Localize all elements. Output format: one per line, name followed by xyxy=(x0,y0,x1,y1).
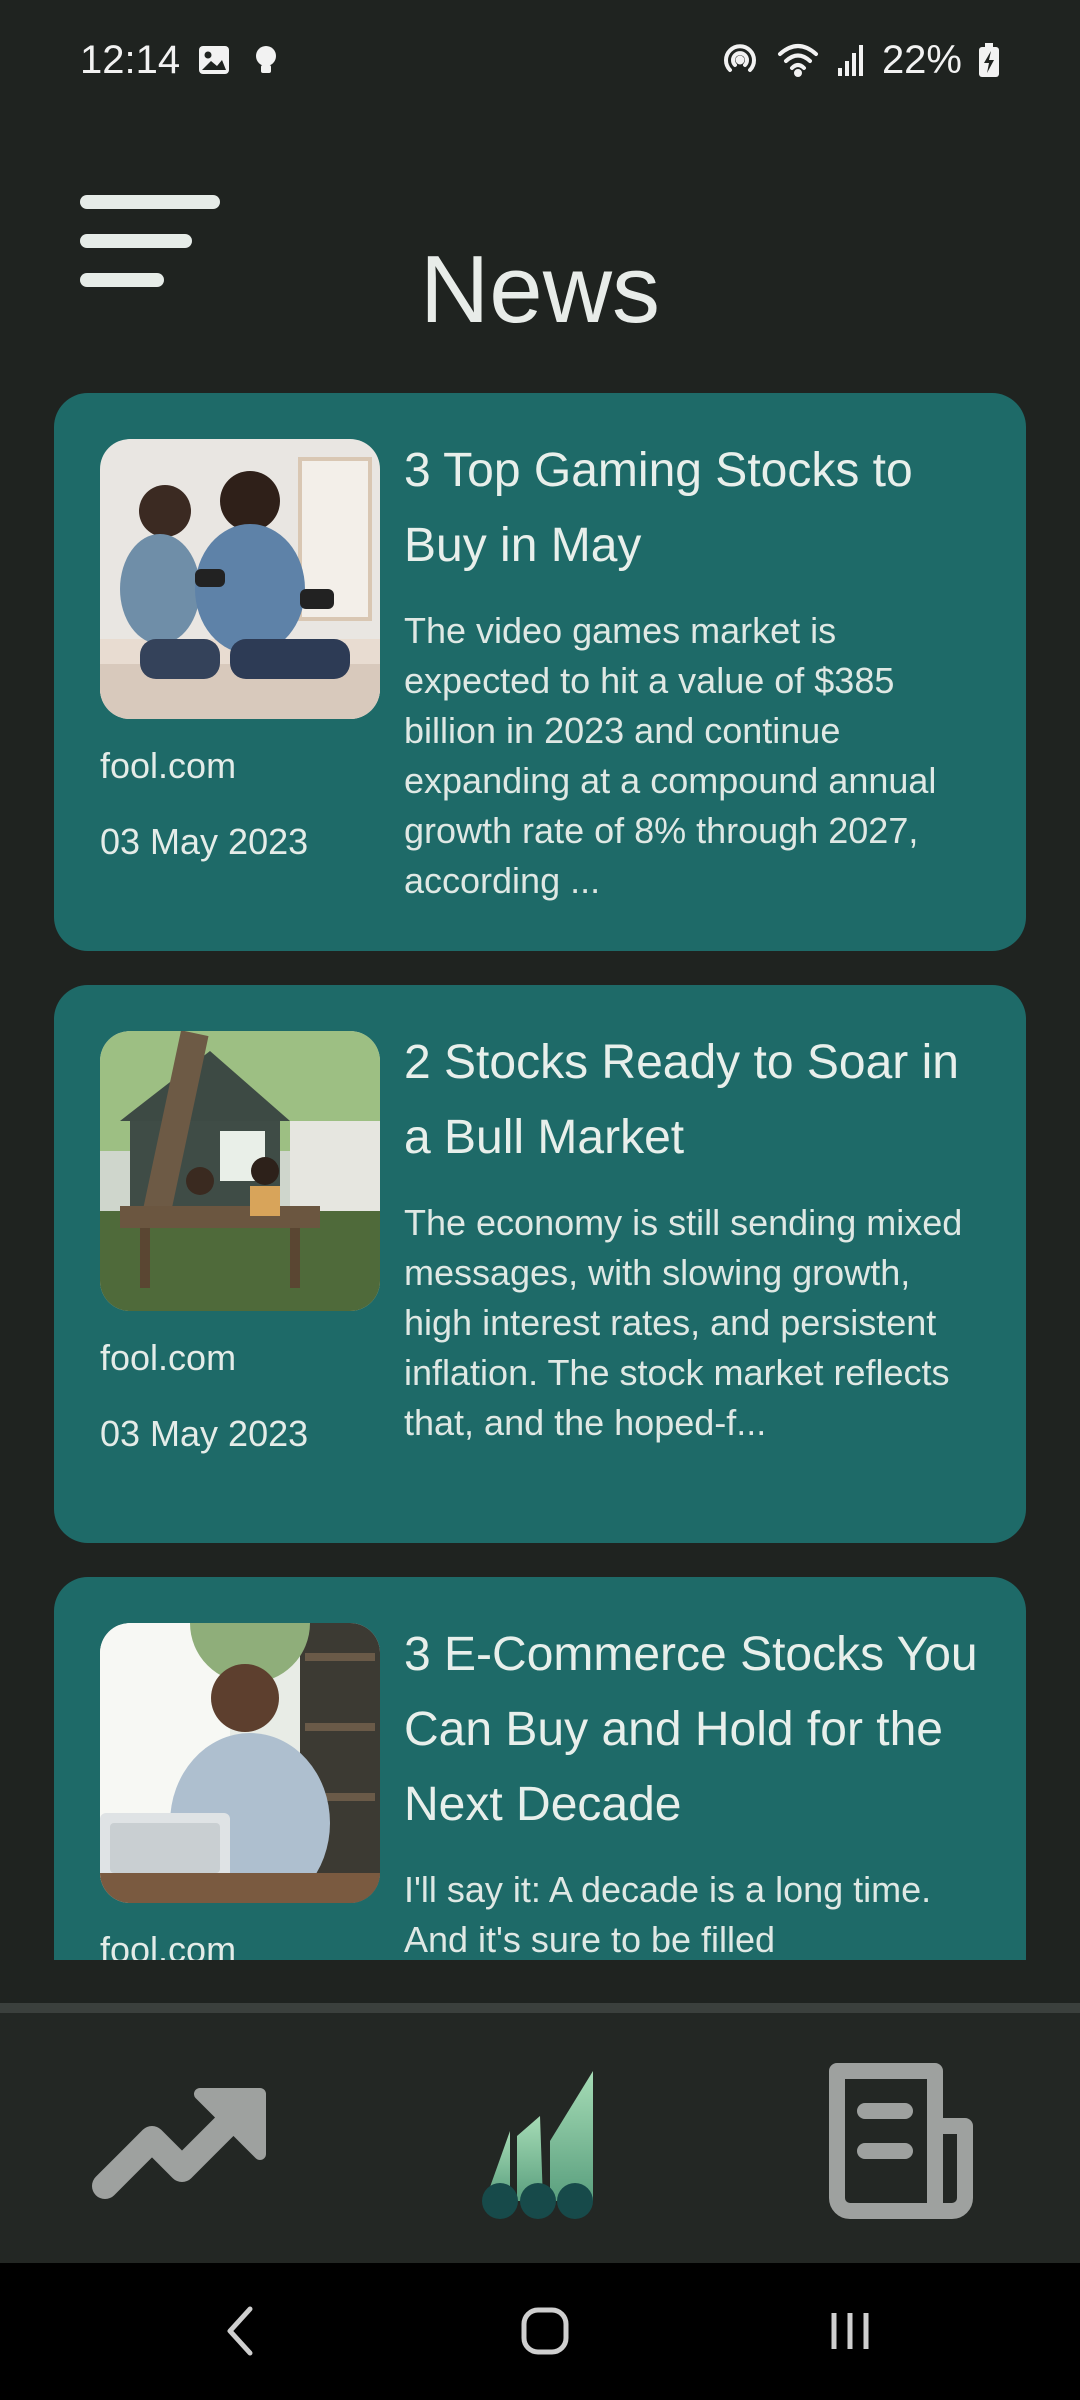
article-headline[interactable]: 3 Top Gaming Stocks to Buy in May xyxy=(404,433,984,583)
image-icon xyxy=(196,42,232,78)
nav-news[interactable] xyxy=(800,2053,1000,2243)
article-date: 03 May 2023 xyxy=(100,1413,309,1454)
back-button[interactable] xyxy=(180,2293,300,2373)
trending-up-icon xyxy=(90,2086,270,2211)
article-thumbnail xyxy=(100,1623,380,1903)
bottom-nav xyxy=(0,2013,1080,2263)
hotspot-icon xyxy=(720,40,760,80)
signal-icon xyxy=(836,42,866,78)
status-bar: 12:14 22% xyxy=(0,0,1080,120)
wifi-icon xyxy=(776,40,820,80)
article-summary: The video games market is expected to hi… xyxy=(404,610,937,901)
battery-charging-icon xyxy=(978,42,1000,78)
article-summary: I'll say it: A decade is a long time. An… xyxy=(404,1869,932,1960)
nav-charts[interactable] xyxy=(440,2053,640,2243)
news-card[interactable]: fool.com 03 May 2023 3 Top Gaming Stocks… xyxy=(54,393,1026,951)
back-icon xyxy=(220,2301,260,2366)
bar-chart-icon xyxy=(455,2061,625,2236)
article-thumbnail xyxy=(100,439,380,719)
news-list[interactable]: fool.com 03 May 2023 3 Top Gaming Stocks… xyxy=(54,393,1026,1960)
home-icon xyxy=(515,2301,575,2366)
article-thumbnail xyxy=(100,1031,380,1311)
status-right: 22% xyxy=(720,38,1000,83)
clock: 12:14 xyxy=(80,37,181,82)
article-source: fool.com xyxy=(100,745,237,786)
newspaper-icon xyxy=(815,2056,985,2241)
article-headline[interactable]: 2 Stocks Ready to Soar in a Bull Market xyxy=(404,1025,984,1175)
recents-button[interactable] xyxy=(790,2293,910,2373)
home-button[interactable] xyxy=(485,2293,605,2373)
system-nav-bar xyxy=(0,2263,1080,2400)
battery-percent: 22% xyxy=(881,37,962,82)
status-left: 12:14 xyxy=(80,38,284,83)
nav-trending[interactable] xyxy=(80,2053,280,2243)
article-date: 03 May 2023 xyxy=(100,821,309,862)
article-source: fool.com xyxy=(100,1929,237,1960)
article-headline[interactable]: 3 E-Commerce Stocks You Can Buy and Hold… xyxy=(404,1617,984,1842)
news-card[interactable]: fool.com 3 E-Commerce Stocks You Can Buy… xyxy=(54,1577,1026,1960)
recents-icon xyxy=(820,2301,880,2366)
article-summary: The economy is still sending mixed messa… xyxy=(404,1202,963,1443)
article-source: fool.com xyxy=(100,1337,237,1378)
bottom-nav-divider xyxy=(0,2003,1080,2013)
page-title: News xyxy=(419,236,661,343)
news-card[interactable]: fool.com 03 May 2023 2 Stocks Ready to S… xyxy=(54,985,1026,1543)
lightbulb-icon xyxy=(248,42,284,78)
